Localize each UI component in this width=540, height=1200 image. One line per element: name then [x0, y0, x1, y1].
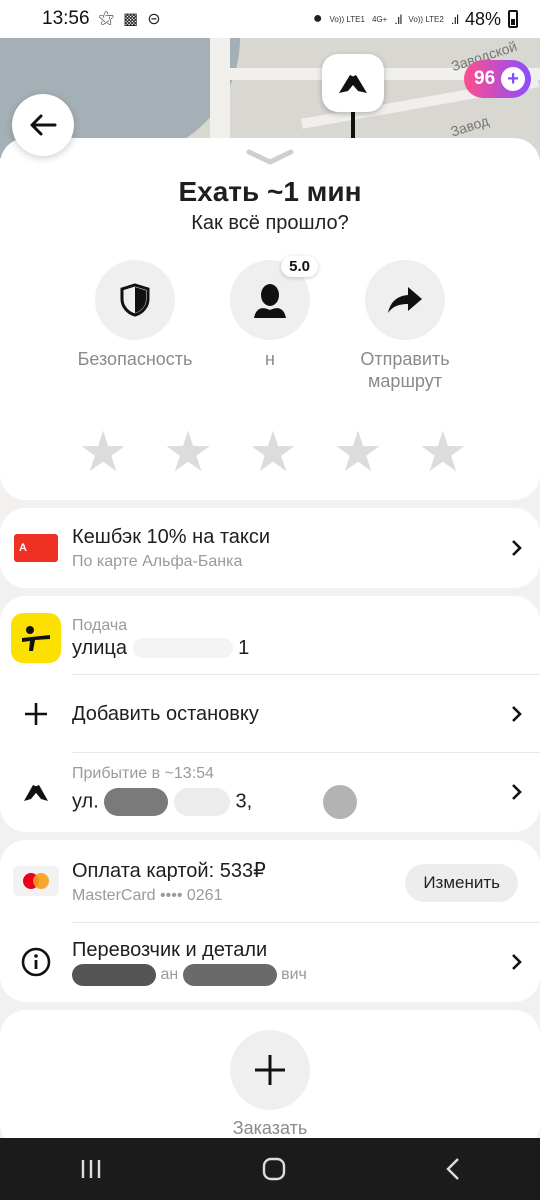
- driver-rating: 5.0: [281, 256, 318, 277]
- destination-street: ул.: [72, 790, 99, 813]
- cashback-row[interactable]: А Кешбэк 10% на такси По карте Альфа-Бан…: [0, 508, 540, 588]
- status-time: 13:56: [42, 8, 90, 29]
- driver-avatar-icon: [254, 284, 286, 318]
- carrier-sub-mid: ан: [160, 965, 179, 983]
- location-icon: ●: [312, 10, 323, 27]
- order-card: Заказать: [0, 1010, 540, 1150]
- driver-circle: 5.0: [230, 256, 318, 340]
- add-stop-row[interactable]: Добавить остановку: [0, 676, 540, 752]
- pickup-row[interactable]: Подача улица 1: [0, 602, 540, 674]
- info-icon: [21, 947, 51, 977]
- network-lte2: Vo)) LTE2: [408, 14, 444, 24]
- destination-number: 3,: [235, 790, 253, 813]
- system-nav-bar: [0, 1138, 540, 1200]
- destination-address: ул. 3,: [72, 785, 494, 819]
- app-notification-icon: ▩: [123, 11, 139, 28]
- star-3[interactable]: ★: [248, 424, 298, 480]
- cashback-subtitle: По карте Альфа-Банка: [72, 552, 243, 570]
- cashback-card[interactable]: А Кешбэк 10% на такси По карте Альфа-Бан…: [0, 508, 540, 588]
- chevron-right-icon: [512, 954, 522, 970]
- share-route-button[interactable]: Отправить маршрут: [325, 260, 485, 392]
- alfa-letter: А: [19, 542, 27, 554]
- chevron-right-icon: [512, 540, 522, 556]
- star-4[interactable]: ★: [333, 424, 383, 480]
- battery-icon: [508, 10, 518, 28]
- redacted-block: [72, 963, 156, 986]
- chevron-down-icon[interactable]: [245, 148, 295, 166]
- redacted-block: [173, 788, 230, 816]
- notification-icon: ⚝: [98, 10, 115, 27]
- back-button[interactable]: [12, 94, 74, 156]
- change-payment-button[interactable]: Изменить: [405, 864, 518, 902]
- pickup-number: 1: [238, 636, 250, 659]
- signal-icon: .ıl: [394, 11, 402, 27]
- dnd-icon: ⊝: [147, 11, 161, 28]
- plus-icon: [25, 703, 47, 725]
- recent-apps-icon[interactable]: [79, 1158, 103, 1180]
- arrival-label: Прибытие в ~13:54: [72, 765, 214, 782]
- plus-icon: [255, 1055, 285, 1085]
- checkered-flags-icon: [24, 785, 48, 801]
- route-card: Подача улица 1 Добавить остановку Прибыт…: [0, 596, 540, 832]
- trip-subtitle: Как всё прошло?: [191, 212, 349, 234]
- arrow-left-icon: [30, 114, 57, 136]
- order-label: Заказать: [232, 1118, 308, 1138]
- pickup-label: Подача: [72, 616, 128, 634]
- carrier-subtitle: ан вич: [72, 963, 494, 986]
- person-waving-icon: [22, 626, 50, 651]
- signal-icon-2: .ıl: [450, 11, 459, 27]
- map-street-label: Завод: [448, 112, 491, 140]
- destination-pin[interactable]: [322, 54, 384, 112]
- add-stop-label: Добавить остановку: [72, 702, 259, 725]
- redacted-block: [257, 788, 318, 816]
- star-1[interactable]: ★: [78, 424, 128, 480]
- redacted-block: [104, 788, 169, 816]
- plus-icon: +: [501, 67, 526, 91]
- home-icon[interactable]: [261, 1156, 287, 1182]
- pickup-icon: [11, 613, 61, 663]
- redacted-block: [132, 638, 233, 659]
- trip-title: Ехать ~1 мин: [178, 176, 362, 207]
- shield-icon: [120, 283, 150, 317]
- pickup-address: улица 1: [72, 637, 540, 660]
- checkered-flags-icon: [339, 75, 367, 93]
- payment-card: Оплата картой: 533₽ MasterCard •••• 0261…: [0, 840, 540, 1002]
- chevron-right-icon: [512, 784, 522, 800]
- carrier-row[interactable]: Перевозчик и детали ан вич: [0, 924, 540, 1000]
- plus-points-value: 96: [474, 68, 496, 89]
- mastercard-icon: [13, 866, 59, 896]
- network-lte1: Vo)) LTE1: [329, 14, 365, 24]
- carrier-title: Перевозчик и детали: [72, 938, 268, 961]
- share-route-label: Отправить маршрут: [360, 349, 450, 391]
- cashback-title: Кешбэк 10% на такси: [72, 525, 271, 548]
- status-bar: 13:56 ⚝ ▩ ⊝ ● Vo)) LTE1 4G+ .ıl Vo)) LTE…: [0, 0, 540, 38]
- plus-points-badge[interactable]: 96 +: [464, 60, 532, 98]
- chevron-right-icon: [512, 706, 522, 722]
- redacted-block: [182, 963, 277, 986]
- back-nav-icon[interactable]: [445, 1157, 461, 1181]
- network-type: 4G+: [371, 14, 388, 24]
- alfa-bank-card-icon: А: [14, 534, 58, 562]
- share-circle: [365, 260, 445, 340]
- redacted-block: [323, 785, 358, 819]
- carrier-sub-tail: вич: [281, 965, 307, 983]
- battery-percent: 48%: [464, 8, 501, 29]
- destination-row[interactable]: Прибытие в ~13:54 ул. 3,: [0, 754, 540, 830]
- rating-stars: ★ ★ ★ ★ ★: [78, 424, 468, 480]
- star-2[interactable]: ★: [163, 424, 213, 480]
- order-button[interactable]: [230, 1030, 310, 1110]
- safety-circle: [95, 260, 175, 340]
- share-arrow-icon: [388, 287, 422, 313]
- star-5[interactable]: ★: [418, 424, 468, 480]
- pickup-street: улица: [72, 636, 127, 659]
